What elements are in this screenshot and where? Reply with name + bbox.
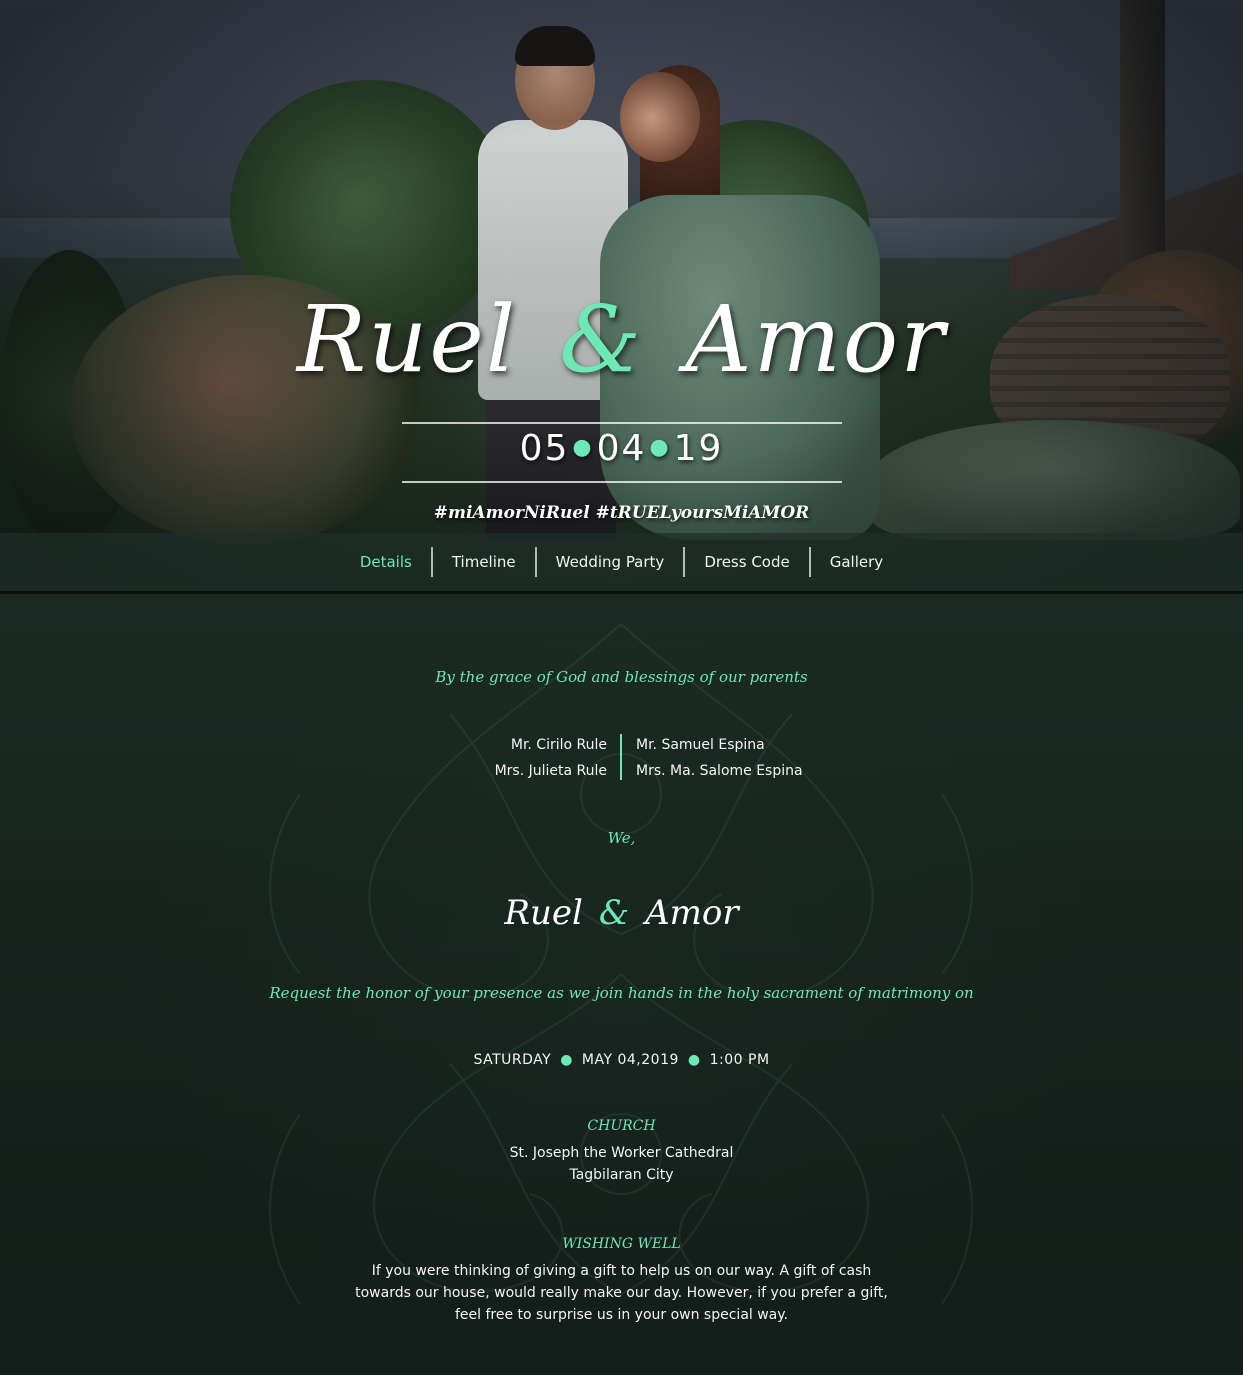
hero-couple-names: Ruel & Amor <box>0 285 1243 395</box>
wedding-date: MAY 04,2019 <box>581 1052 679 1068</box>
hero-date-year: 19 <box>673 428 724 469</box>
hero-divider-top <box>402 422 842 424</box>
hero-date-month: 05 <box>519 428 570 469</box>
details-request: Request the honor of your presence as we… <box>269 984 974 1002</box>
details-couple-names: Ruel & Amor <box>0 888 1243 938</box>
parents-groom: Mr. Cirilo Rule Mrs. Julieta Rule <box>495 732 607 784</box>
wedding-day: SATURDAY <box>473 1052 552 1068</box>
nav-dress-code[interactable]: Dress Code <box>685 547 811 577</box>
wishing-well-line: If you were thinking of giving a gift to… <box>371 1263 872 1279</box>
wedding-datetime: SATURDAY ● MAY 04,2019 ● 1:00 PM <box>0 1048 1243 1072</box>
hero-groom-name: Ruel <box>296 286 518 393</box>
hero-date: 05 ●04 ●19 <box>0 425 1243 472</box>
wedding-page: Ruel & Amor 05 ●04 ●19 #miAmorNiRuel #tRUELy… <box>0 0 1243 1375</box>
bullet: ● <box>560 1052 573 1068</box>
details-groom-name: Ruel <box>504 893 583 933</box>
parent-name: Mrs. Julieta Rule <box>494 763 607 779</box>
wishing-well-label: WISHING WELL <box>562 1236 681 1252</box>
wishing-well-line: feel free to surprise us in your own spe… <box>454 1307 789 1323</box>
hero-ampersand: & <box>559 286 644 393</box>
parents-bride: Mr. Samuel Espina Mrs. Ma. Salome Espina <box>636 732 803 784</box>
nav-gallery[interactable]: Gallery <box>811 547 902 577</box>
hero-banner: Ruel & Amor 05 ●04 ●19 #miAmorNiRuel #tRUELy… <box>0 0 1243 592</box>
details-ampersand: & <box>598 893 630 933</box>
parent-name: Mr. Samuel Espina <box>636 737 765 753</box>
parents-list: Mr. Cirilo Rule Mrs. Julieta Rule Mr. Sa… <box>0 732 1243 792</box>
details-bride-name: Amor <box>645 893 739 933</box>
nav-wedding-party[interactable]: Wedding Party <box>537 547 686 577</box>
church-label: CHURCH <box>587 1118 656 1134</box>
main-nav: Details Timeline Wedding Party Dress Cod… <box>0 533 1243 594</box>
wishing-well-line: towards our house, would really make our… <box>355 1285 888 1301</box>
bullet: ● <box>687 1052 701 1068</box>
parent-name: Mr. Cirilo Rule <box>510 737 607 753</box>
hero-date-dot: ● <box>649 435 671 460</box>
parents-divider <box>620 734 622 780</box>
details-intro: By the grace of God and blessings of our… <box>435 668 808 686</box>
hero-bride-name: Amor <box>685 286 947 393</box>
details-we: We, <box>607 829 636 847</box>
church-name: St. Joseph the Worker Cathedral <box>509 1145 734 1161</box>
hero-date-dot: ● <box>572 435 594 460</box>
nav-timeline[interactable]: Timeline <box>433 547 537 577</box>
wedding-time: 1:00 PM <box>709 1052 770 1068</box>
hero-hashtags: #miAmorNiRuel #tRUELyoursMiAMOR <box>433 503 810 523</box>
hero-divider-bottom <box>402 481 842 483</box>
nav-details[interactable]: Details <box>341 547 433 577</box>
hero-date-day: 04 <box>596 428 647 469</box>
parent-name: Mrs. Ma. Salome Espina <box>636 763 803 779</box>
church-city: Tagbilaran City <box>569 1167 674 1183</box>
